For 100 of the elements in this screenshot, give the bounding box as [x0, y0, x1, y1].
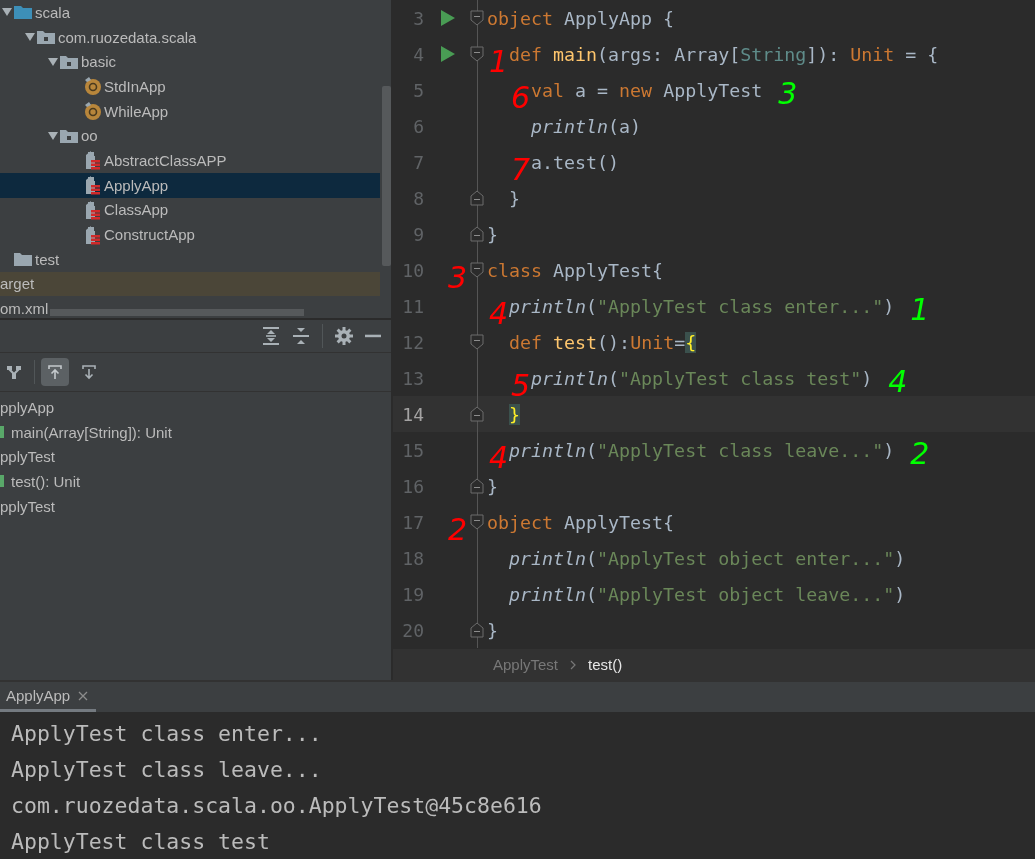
navigate-up-button[interactable] [41, 358, 69, 386]
handwritten-number: 4 [488, 296, 508, 331]
line-number: 19 [401, 583, 424, 605]
tree-item[interactable]: StdInApp [0, 74, 380, 99]
tree-item[interactable]: AbstractClassAPP [0, 148, 380, 173]
tree-label: oo [81, 127, 98, 145]
fold-marker-icon[interactable] [470, 10, 484, 26]
structure-item[interactable]: main(Array[String]): Unit [0, 419, 391, 445]
line-number: 13 [401, 367, 424, 389]
fold-marker-icon[interactable] [470, 478, 484, 494]
tree-label: om.xml [0, 300, 49, 318]
tree-label: ConstructApp [104, 226, 195, 244]
line-number: 5 [412, 79, 424, 101]
code-line: } [508, 187, 521, 209]
tree-label: WhileApp [104, 102, 169, 120]
line-number: 18 [401, 547, 424, 569]
tree-item[interactable]: ConstructApp [0, 222, 380, 247]
folder-icon [14, 252, 32, 267]
line-number: 8 [412, 187, 424, 209]
code-line: def test():Unit={ [508, 331, 697, 353]
structure-item[interactable]: test(): Unit [0, 469, 391, 494]
expand-arrow-icon[interactable] [25, 32, 35, 43]
tree-item[interactable]: basic [0, 49, 380, 75]
collapse-all-icon[interactable] [292, 326, 310, 346]
close-icon[interactable] [78, 690, 89, 701]
method-icon [0, 475, 4, 488]
scala-file-icon [83, 224, 101, 245]
scala-file-icon [83, 150, 101, 171]
code-line: } [486, 223, 498, 245]
structure-item[interactable]: pplyTest [0, 444, 391, 470]
line-number: 7 [412, 151, 424, 173]
line-number: 11 [401, 295, 424, 317]
structure-item[interactable]: pplyTest [0, 493, 391, 519]
line-number: 14 [401, 403, 424, 425]
hierarchy-icon [5, 363, 23, 381]
fold-marker-icon[interactable] [470, 334, 484, 350]
handwritten-number: 1 [488, 44, 508, 79]
scrollbar[interactable] [50, 309, 304, 316]
scala-file-icon [83, 175, 101, 196]
expand-arrow-icon[interactable] [2, 7, 12, 18]
line-number: 9 [412, 223, 424, 245]
structure-label: pplyTest [0, 497, 56, 515]
settings-icon[interactable] [335, 327, 353, 345]
tree-item[interactable]: oo [0, 123, 380, 149]
run-icon[interactable] [440, 45, 456, 63]
tree-item[interactable]: test [0, 246, 380, 272]
scrollbar[interactable] [382, 86, 391, 266]
tree-label: StdInApp [104, 77, 166, 95]
handwritten-number: 1 [910, 295, 930, 325]
tree-item[interactable]: ApplyApp [0, 172, 380, 198]
structure-label: pplyTest [0, 448, 56, 466]
line-number: 15 [401, 439, 424, 461]
tree-item[interactable]: scala [0, 0, 380, 25]
code-line: println("ApplyTest object leave...") [508, 583, 906, 605]
structure-label: main(Array[String]): Unit [11, 423, 172, 441]
breadcrumb[interactable]: ApplyTest [493, 656, 559, 673]
object-icon [83, 101, 103, 122]
line-number: 6 [412, 115, 424, 137]
code-line: println("ApplyTest object enter...") [508, 547, 906, 569]
handwritten-number: 2 [910, 439, 930, 469]
tree-label: ClassApp [104, 201, 169, 219]
console-output-line: com.ruozedata.scala.oo.ApplyTest@45c8e616 [11, 792, 543, 820]
code-line: } [486, 619, 498, 641]
structure-item[interactable]: pplyApp [0, 395, 391, 420]
fold-marker-icon[interactable] [470, 622, 484, 638]
run-tab[interactable]: ApplyApp [0, 682, 97, 712]
tree-item[interactable]: com.ruozedata.scala [0, 24, 380, 50]
chevron-icon [570, 659, 577, 670]
fold-marker-icon[interactable] [470, 190, 484, 206]
tree-item[interactable]: om.xml [0, 296, 380, 318]
fold-marker-icon[interactable] [470, 262, 484, 278]
breadcrumb[interactable]: test() [588, 656, 623, 673]
package-icon [60, 128, 78, 143]
fold-marker-icon[interactable] [470, 46, 484, 62]
tree-label: ApplyApp [104, 176, 169, 194]
navigate-up-icon [46, 363, 64, 381]
line-number: 16 [401, 475, 424, 497]
line-number: 10 [401, 259, 424, 281]
minimize-icon[interactable] [365, 334, 381, 338]
expand-arrow-icon[interactable] [48, 56, 58, 67]
package-icon [37, 30, 55, 45]
tree-label: com.ruozedata.scala [58, 28, 197, 46]
structure-label: test(): Unit [11, 472, 81, 490]
object-icon [83, 76, 103, 97]
tree-item[interactable]: ClassApp [0, 197, 380, 223]
fold-marker-icon[interactable] [470, 226, 484, 242]
fold-marker-icon[interactable] [470, 406, 484, 422]
handwritten-number: 3 [778, 79, 798, 109]
handwritten-number: 4 [888, 367, 908, 397]
expand-arrow-icon[interactable] [48, 130, 58, 141]
tree-item[interactable]: arget [0, 271, 380, 297]
handwritten-number: 2 [447, 512, 467, 547]
fold-marker-icon[interactable] [470, 514, 484, 530]
handwritten-number: 6 [510, 80, 531, 115]
code-line: println(a) [530, 115, 642, 137]
run-icon[interactable] [440, 9, 456, 27]
tree-item[interactable]: WhileApp [0, 98, 380, 124]
handwritten-number: 7 [510, 152, 531, 187]
tree-label: arget [0, 275, 35, 293]
expand-all-icon[interactable] [262, 326, 280, 346]
